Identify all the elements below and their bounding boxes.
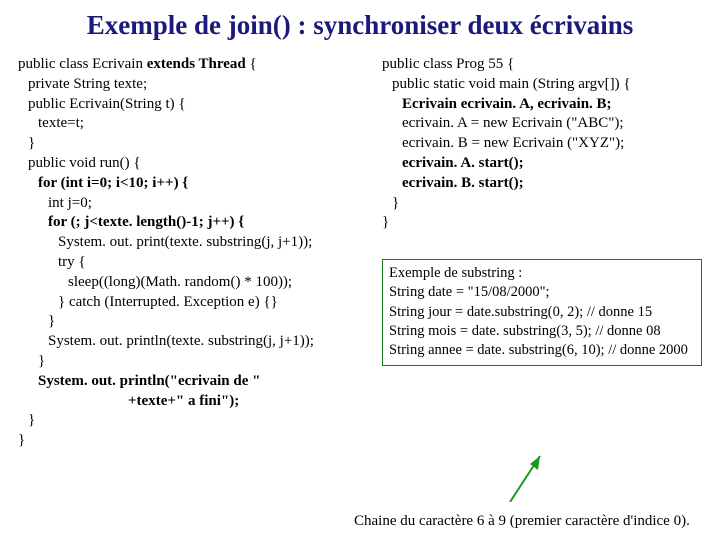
t: System. out. print(texte. substring(j, j… bbox=[18, 233, 368, 253]
t: sleep((long)(Math. random() * 100)); bbox=[18, 273, 368, 293]
t: String mois = date. substring(3, 5); // … bbox=[389, 322, 695, 341]
page-title: Exemple de join() : synchroniser deux éc… bbox=[18, 10, 702, 41]
code-left: public class Ecrivain extends Thread { p… bbox=[18, 55, 368, 451]
t: public static void main (String argv[]) … bbox=[382, 75, 702, 95]
t: } bbox=[18, 134, 368, 154]
t: { bbox=[246, 56, 257, 72]
t: extends Thread bbox=[147, 56, 246, 72]
t: public class Ecrivain bbox=[18, 56, 147, 72]
t: String date = "15/08/2000"; bbox=[389, 283, 695, 302]
t: public void run() { bbox=[18, 154, 368, 174]
t: } bbox=[382, 213, 702, 233]
t: Exemple de substring : bbox=[389, 264, 695, 283]
t: public class Prog 55 { bbox=[382, 55, 702, 75]
t: ecrivain. B. start(); bbox=[382, 174, 702, 194]
t: } bbox=[18, 431, 368, 451]
t: private String texte; bbox=[18, 75, 368, 95]
t: } bbox=[382, 194, 702, 214]
t: public Ecrivain(String t) { bbox=[18, 95, 368, 115]
t: } bbox=[18, 411, 368, 431]
code-right: public class Prog 55 { public static voi… bbox=[382, 55, 702, 451]
example-box: Exemple de substring : String date = "15… bbox=[382, 259, 702, 365]
t: String jour = date.substring(0, 2); // d… bbox=[389, 303, 695, 322]
t: ecrivain. A. start(); bbox=[382, 154, 702, 174]
t: ecrivain. A = new Ecrivain ("ABC"); bbox=[382, 114, 702, 134]
columns: public class Ecrivain extends Thread { p… bbox=[18, 55, 702, 451]
caption: Chaine du caractère 6 à 9 (premier carac… bbox=[354, 513, 690, 530]
t: +texte+" a fini"); bbox=[18, 392, 368, 412]
t: for (int i=0; i<10; i++) { bbox=[18, 174, 368, 194]
t: texte=t; bbox=[18, 114, 368, 134]
t: try { bbox=[18, 253, 368, 273]
t: int j=0; bbox=[18, 194, 368, 214]
t: for (; j<texte. length()-1; j++) { bbox=[18, 213, 368, 233]
t: } catch (Interrupted. Exception e) {} bbox=[18, 293, 368, 313]
t: System. out. println("ecrivain de " bbox=[18, 372, 368, 392]
t: String annee = date. substring(6, 10); /… bbox=[389, 341, 695, 360]
arrow-icon bbox=[502, 452, 562, 502]
t: ecrivain. B = new Ecrivain ("XYZ"); bbox=[382, 134, 702, 154]
t: System. out. println(texte. substring(j,… bbox=[18, 332, 368, 352]
t: } bbox=[18, 352, 368, 372]
t: Ecrivain ecrivain. A, ecrivain. B; bbox=[382, 95, 702, 115]
t: } bbox=[18, 312, 368, 332]
